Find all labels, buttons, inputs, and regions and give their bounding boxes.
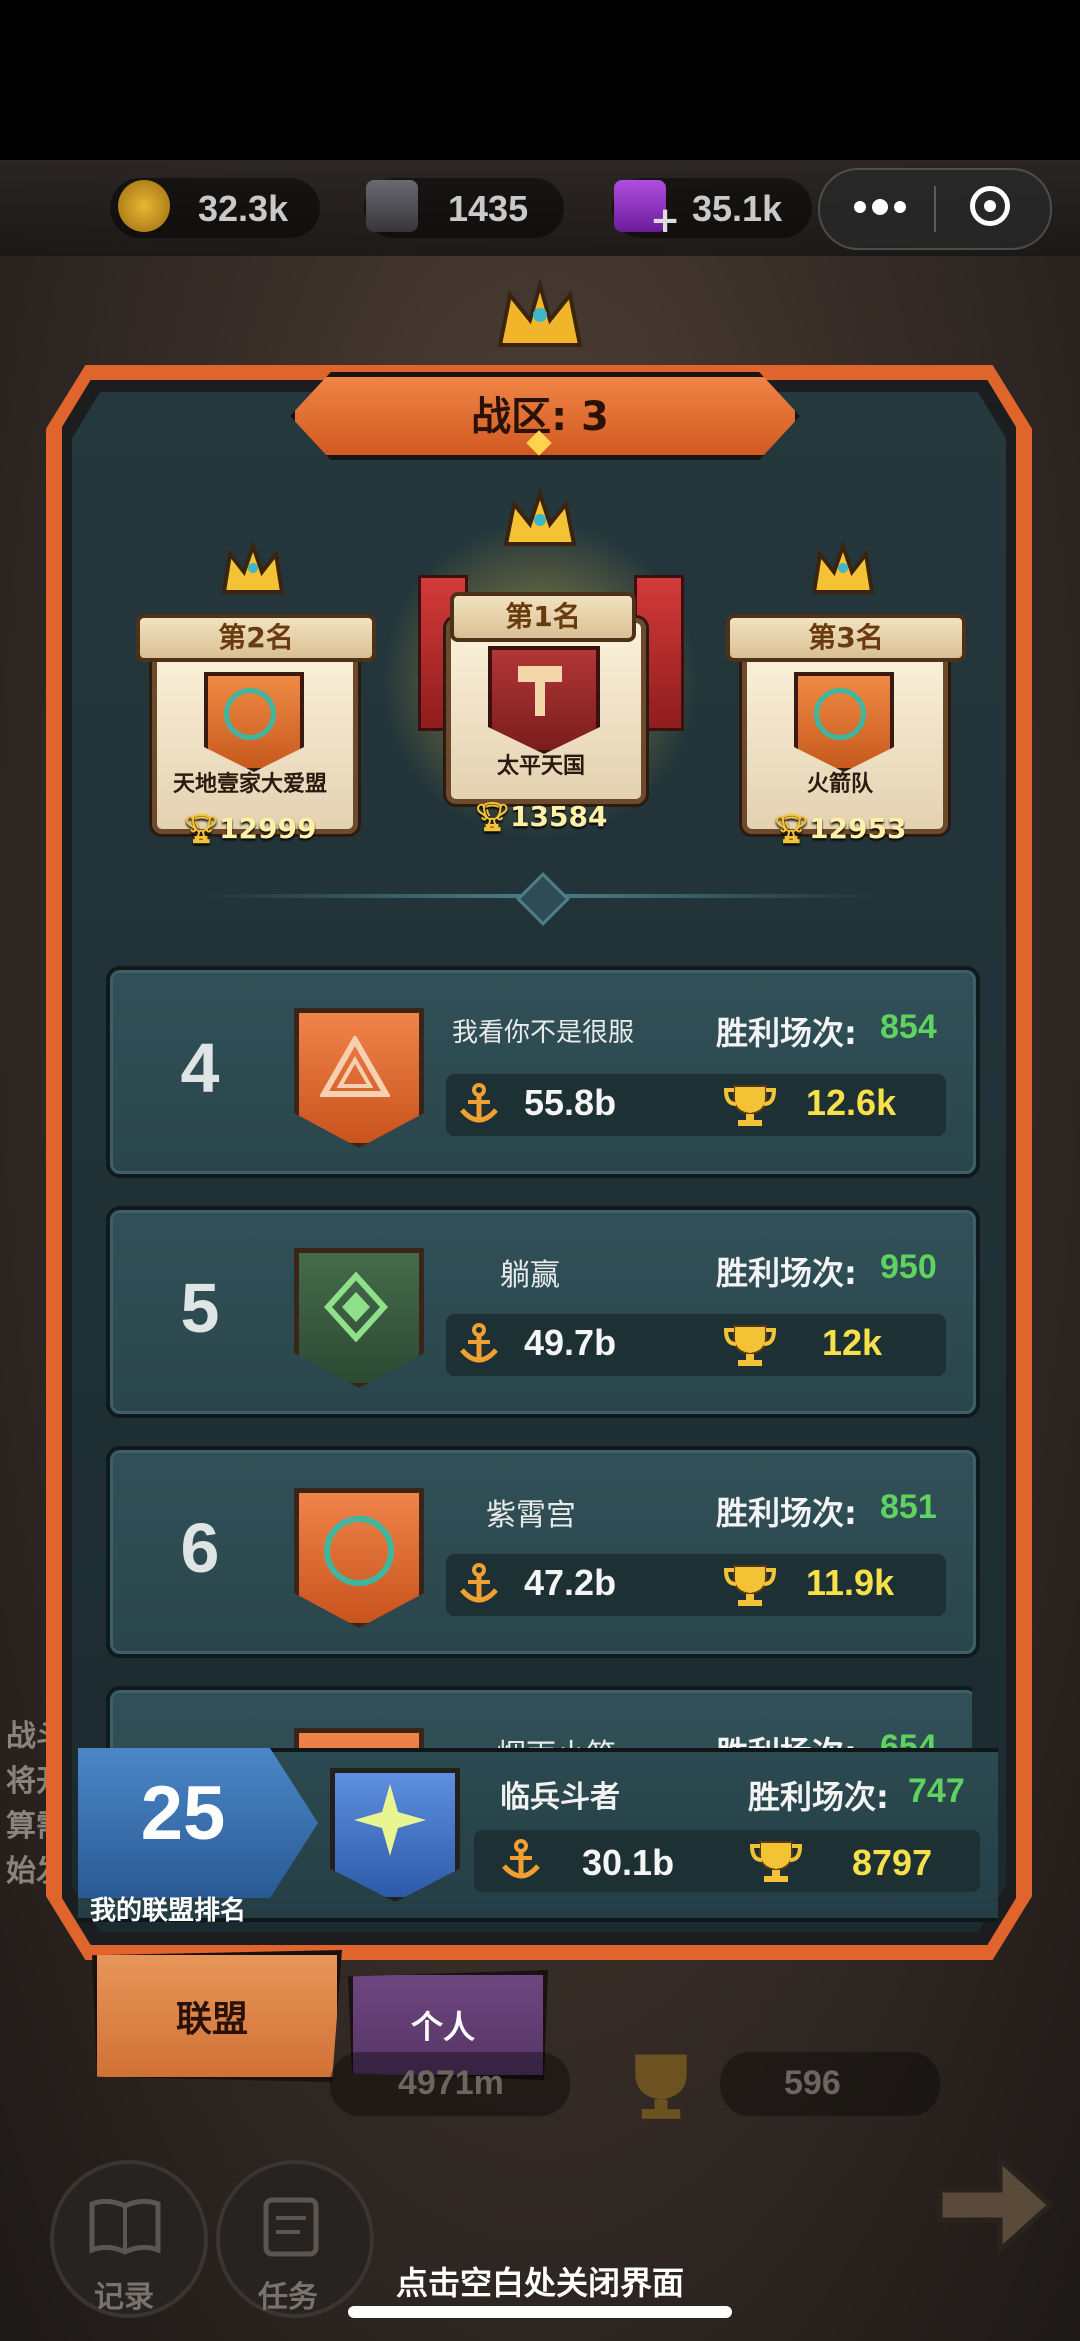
trophy-value: 11.9k: [806, 1562, 895, 1603]
list-item[interactable]: 5 躺赢 胜利场次: 950 49.7b 12k: [106, 1206, 980, 1418]
diamond-knot-emblem-icon: [324, 1272, 388, 1342]
mini-program-capsule: [818, 168, 1052, 250]
tab-alliance-label: 联盟: [175, 1999, 248, 2040]
ring-emblem-icon: [224, 688, 276, 740]
distance-value: 4971m: [398, 2064, 504, 2102]
anchor-power-icon: [460, 1083, 498, 1123]
my-alliance-name: 临兵斗者: [500, 1780, 620, 1815]
trophy-icon: 🏆︎: [183, 812, 220, 845]
win-count-value: 854: [880, 1008, 937, 1046]
second-crown-icon: [221, 540, 285, 594]
arrow-right-icon[interactable]: [930, 2150, 1060, 2260]
gem-value: 35.1k: [692, 188, 783, 229]
alliance-name: 躺赢: [500, 1258, 560, 1293]
win-count-value: 851: [880, 1488, 937, 1526]
alliance-name: 烟雨小筑: [496, 1730, 616, 1748]
alliance-shield-icon: [294, 1728, 424, 1748]
list-item[interactable]: 烟雨小筑 胜利场次: 654: [106, 1686, 972, 1748]
power-value: 55.8b: [524, 1082, 617, 1123]
anchor-power-icon: [460, 1563, 498, 1603]
third-crown-icon: [811, 540, 875, 594]
third-rank-label: 第3名: [726, 614, 966, 662]
third-alliance-name: 火箭队: [806, 772, 873, 797]
tab-personal-label: 个人: [410, 2008, 475, 2046]
first-crown-icon: [503, 488, 577, 546]
trophy-icon: [723, 1325, 777, 1366]
gold-icon: [118, 180, 170, 232]
hud-trophy-value: 596: [784, 2064, 841, 2102]
close-hint-text[interactable]: 点击空白处关闭界面: [0, 2258, 1080, 2304]
list-item[interactable]: 6 紫霄宫 胜利场次: 851 47.2b 11.9k: [106, 1446, 980, 1658]
hud-trophy-icon: [635, 2054, 687, 2119]
win-count-value: 654: [880, 1728, 937, 1748]
crown-icon: [497, 277, 583, 347]
trophy-value: 12k: [822, 1322, 883, 1363]
crystal-icon: [366, 180, 418, 232]
add-gem-icon[interactable]: +: [650, 200, 680, 241]
alliance-name: 我看你不是很服: [452, 1018, 635, 1048]
second-alliance-name: 天地壹家大爱盟: [172, 772, 327, 797]
rank-number: 6: [180, 1509, 220, 1587]
my-power-value: 30.1b: [582, 1842, 675, 1883]
win-count-label: 胜利场次:: [716, 1728, 857, 1748]
rank-number: 5: [180, 1269, 220, 1347]
third-score: 🏆︎12953: [773, 812, 907, 845]
ring-emblem-icon: [814, 688, 866, 740]
win-count-value: 950: [880, 1248, 937, 1286]
trophy-icon: [723, 1565, 777, 1606]
trophy-icon: 🏆︎: [773, 812, 810, 845]
second-rank-label: 第2名: [136, 614, 376, 662]
win-count-label: 胜利场次:: [716, 1014, 857, 1052]
second-score: 🏆︎12999: [183, 812, 317, 845]
trophy-icon: [723, 1085, 777, 1126]
home-indicator[interactable]: [348, 2306, 732, 2318]
more-icon[interactable]: [854, 198, 912, 217]
win-count-label: 胜利场次:: [716, 1254, 857, 1292]
anchor-power-icon: [460, 1323, 498, 1363]
list-item[interactable]: 4 我看你不是很服 胜利场次: 854 55.8b 12.6k: [106, 966, 980, 1178]
my-rank-number: 25: [140, 1771, 226, 1856]
my-rank-label: 我的联盟排名: [90, 1896, 247, 1926]
first-rank-label: 第1名: [450, 592, 636, 642]
anchor-power-icon: [502, 1839, 540, 1879]
trophy-icon: [749, 1841, 803, 1882]
ring-emblem-icon: [324, 1516, 394, 1586]
power-value: 47.2b: [524, 1562, 617, 1603]
scroll-icon: [263, 2197, 319, 2257]
my-win-count-value: 747: [908, 1772, 965, 1810]
capsule-divider: [934, 186, 936, 232]
crystal-value: 1435: [448, 188, 529, 229]
book-icon: [89, 2198, 161, 2255]
trophy-icon: 🏆︎: [474, 800, 511, 833]
trophy-value: 12.6k: [806, 1082, 897, 1123]
first-score: 🏆︎13584: [474, 800, 608, 833]
alliance-name: 紫霄宫: [486, 1498, 576, 1533]
triangle-knot-emblem-icon: [320, 1036, 390, 1097]
my-trophy-value: 8797: [852, 1842, 933, 1883]
gold-value: 32.3k: [198, 188, 289, 229]
power-value: 49.7b: [524, 1322, 617, 1363]
win-count-label: 胜利场次:: [716, 1494, 857, 1532]
star-emblem-icon: [354, 1784, 426, 1856]
hammer-emblem-icon: [518, 666, 562, 716]
list-item-clipped: 烟雨小筑 胜利场次: 654: [106, 1686, 972, 1748]
rank-number: 4: [180, 1029, 220, 1107]
my-win-count-label: 胜利场次:: [748, 1778, 889, 1816]
close-target-icon[interactable]: [970, 186, 1010, 226]
first-alliance-name: 太平天国: [496, 754, 585, 779]
